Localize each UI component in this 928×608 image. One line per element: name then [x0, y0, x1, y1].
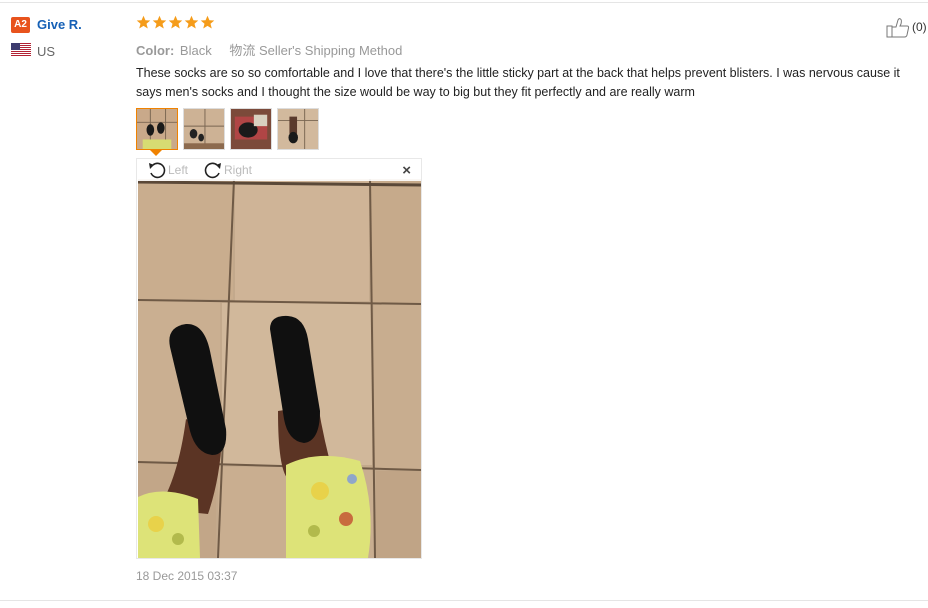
thumbs-up-icon[interactable]: [886, 17, 910, 38]
photo-viewer-toolbar: Left Right ×: [137, 159, 421, 181]
bottom-divider: [0, 600, 928, 601]
color-value: Black: [179, 43, 212, 58]
rotate-left-label: Left: [168, 163, 189, 177]
review-photo-thumbnails: [136, 108, 319, 150]
photo-thumb-image: [278, 109, 318, 149]
photo-thumb-image: [231, 109, 271, 149]
review-text: These socks are so so comfortable and I …: [136, 66, 900, 99]
photo-viewer: Left Right ×: [136, 158, 422, 559]
close-viewer-button[interactable]: ×: [402, 162, 411, 179]
color-label: Color:: [136, 43, 175, 58]
star-icon: [184, 15, 199, 29]
active-thumb-indicator: [150, 150, 162, 156]
photo-thumb-image: [184, 109, 224, 149]
star-icon: [168, 15, 183, 29]
reviewer-country: US: [37, 44, 56, 59]
star-icon: [136, 15, 151, 29]
rotate-right-button[interactable]: Right: [203, 161, 252, 179]
star-icon: [152, 15, 167, 29]
rotate-right-icon: [204, 162, 221, 179]
us-flag-icon: [11, 43, 31, 56]
like-count: (0): [912, 20, 927, 34]
review-photo-large: [138, 179, 421, 558]
rating-stars: [136, 15, 215, 30]
review-photo-thumb-1[interactable]: [136, 108, 178, 150]
shipping-method: 物流 Seller's Shipping Method: [229, 43, 403, 58]
star-icon: [200, 15, 215, 29]
rotate-left-button[interactable]: Left: [147, 161, 188, 179]
review-photo-thumb-2[interactable]: [183, 108, 225, 150]
rotate-right-label: Right: [224, 163, 253, 177]
review-photo-thumb-3[interactable]: [230, 108, 272, 150]
member-level-badge: A2: [11, 17, 30, 33]
photo-thumb-image: [137, 109, 177, 149]
review-photo-thumb-4[interactable]: [277, 108, 319, 150]
rotate-left-icon: [149, 162, 166, 179]
review-meta: Color: Black 物流 Seller's Shipping Method: [136, 40, 402, 59]
top-divider: [0, 2, 928, 3]
reviewer-name[interactable]: Give R.: [37, 17, 82, 32]
review-date: 18 Dec 2015 03:37: [136, 569, 238, 583]
